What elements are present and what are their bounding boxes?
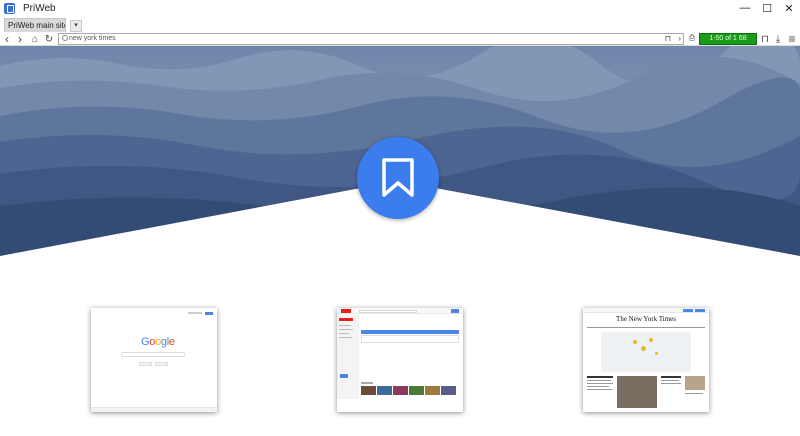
sidebar-line (339, 325, 351, 326)
print-button[interactable]: ⎙ (687, 33, 697, 43)
go-button[interactable]: › (678, 34, 681, 44)
app-logo-icon (4, 2, 15, 14)
video-thumbnail (393, 386, 408, 395)
video-thumbnail (361, 386, 376, 395)
video-thumbnail (377, 386, 392, 395)
youtube-notice-bar (361, 330, 459, 334)
sign-in-badge (205, 312, 213, 315)
google-footer (91, 407, 217, 412)
speed-dial-nytimes[interactable]: The New York Times (583, 308, 709, 412)
title-bar: PriWeb — ☐ ✕ (0, 0, 800, 16)
search-icon (62, 35, 68, 41)
tab-priweb-main-site[interactable]: PriWeb main site (4, 18, 66, 32)
text-line (587, 389, 612, 390)
upload-badge (451, 309, 459, 313)
speed-dial-google[interactable]: Google (91, 308, 217, 412)
top-links (188, 312, 202, 314)
login-badge (695, 309, 705, 312)
text-line (685, 393, 703, 394)
speed-dial-youtube[interactable] (337, 308, 463, 412)
address-bar[interactable]: new york times ⊓ › (58, 33, 684, 45)
video-thumbnail (409, 386, 424, 395)
text-line (587, 383, 613, 384)
text-line (587, 380, 611, 381)
reload-button[interactable]: ↻ (43, 32, 55, 46)
sidebar-highlight (339, 318, 353, 321)
window-controls: — ☐ ✕ (734, 0, 800, 16)
map-marker (649, 338, 653, 342)
text-line (661, 383, 681, 384)
youtube-sidebar (337, 315, 359, 399)
back-button[interactable]: ‹ (1, 32, 13, 46)
address-input[interactable]: new york times (69, 34, 116, 44)
result-counter: 1-50 of 1 68 (699, 33, 757, 45)
youtube-search (359, 310, 417, 313)
nyt-side-photo (685, 376, 705, 390)
sidebar-line (339, 333, 349, 334)
sidebar-button (340, 374, 348, 378)
sidebar-line (339, 329, 353, 330)
tab-dropdown-button[interactable]: ▾ (70, 20, 82, 32)
video-thumbnail (441, 386, 456, 395)
google-logo: Google (141, 336, 175, 348)
app-title: PriWeb (23, 2, 56, 14)
nyt-photo (617, 376, 657, 408)
bookmark-button[interactable] (357, 137, 439, 219)
download-button[interactable]: ⤓ (772, 32, 784, 46)
tab-bar: PriWeb main site ▾ (0, 16, 800, 32)
search-button (139, 362, 152, 366)
nyt-masthead: The New York Times (616, 315, 676, 323)
forward-button[interactable]: › (14, 32, 26, 46)
close-button[interactable]: ✕ (778, 0, 800, 16)
bookmark-page-button[interactable]: ⊓ (665, 34, 671, 44)
main-menu-button[interactable]: ≡ (786, 32, 798, 46)
subscribe-badge (683, 309, 693, 312)
bookmark-icon (382, 158, 414, 197)
logo-letter: e (168, 336, 175, 348)
bookmarks-menu-button[interactable]: ⊓ (759, 32, 771, 46)
home-button[interactable]: ⌂ (29, 32, 41, 46)
lucky-button (155, 362, 168, 366)
nyt-rule (587, 327, 705, 328)
minimize-button[interactable]: — (734, 0, 756, 16)
nyt-map-graphic (601, 332, 691, 372)
youtube-notice-body (361, 335, 459, 343)
sidebar-line (339, 337, 352, 338)
section-title (361, 382, 373, 384)
map-marker (641, 346, 646, 351)
text-line (587, 386, 609, 387)
youtube-logo (341, 309, 351, 313)
map-marker (655, 352, 658, 355)
text-line (661, 380, 679, 381)
google-search-box (121, 352, 185, 357)
navigation-bar: ‹ › ⌂ ↻ new york times ⊓ › ⎙ 1-50 of 1 6… (0, 32, 800, 46)
logo-letter: G (141, 336, 150, 348)
maximize-button[interactable]: ☐ (756, 0, 778, 16)
headline (587, 376, 613, 378)
map-marker (633, 340, 637, 344)
headline (661, 376, 681, 378)
video-thumbnail (425, 386, 440, 395)
